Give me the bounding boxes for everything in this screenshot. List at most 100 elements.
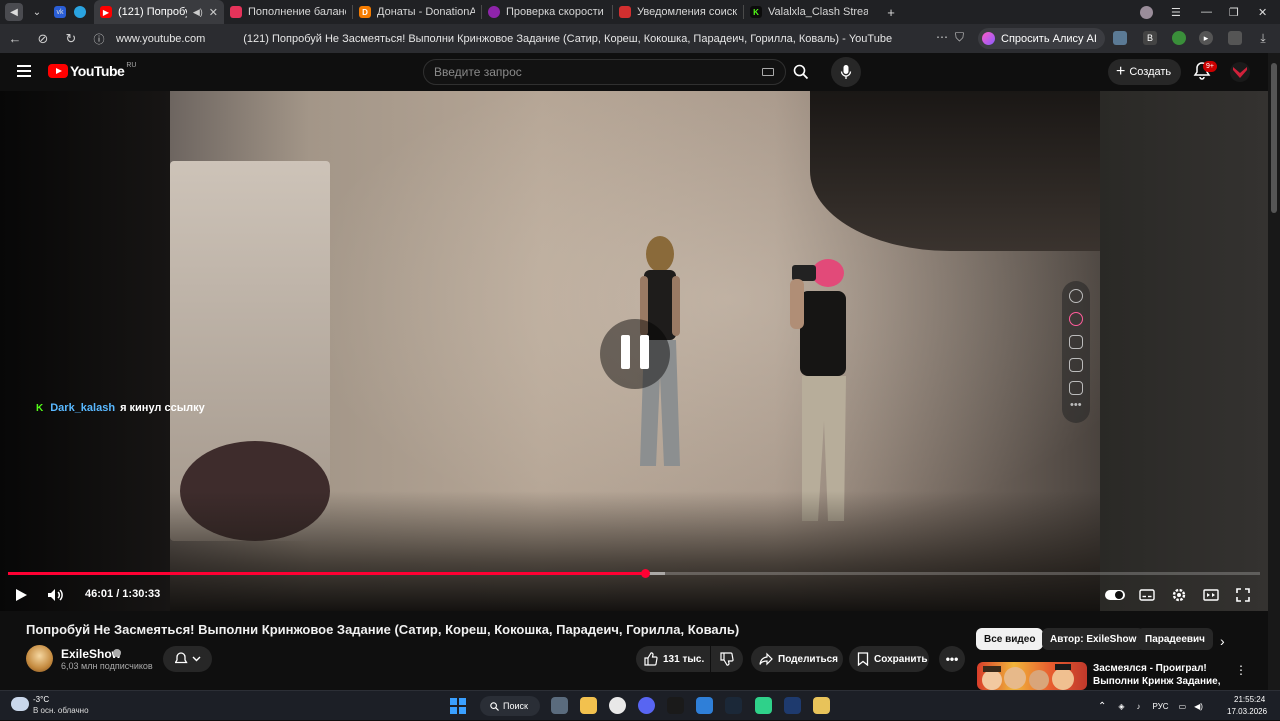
extension-player-icon[interactable]: ▸ bbox=[1199, 31, 1213, 45]
more-dots-icon[interactable]: ⋯ bbox=[936, 30, 948, 44]
fullscreen-button[interactable] bbox=[1232, 584, 1254, 606]
pause-overlay-icon[interactable] bbox=[600, 319, 670, 389]
app-star-icon[interactable] bbox=[667, 697, 684, 714]
extensions-icon[interactable] bbox=[1228, 31, 1242, 45]
ask-alice-button[interactable]: Спросить Алису AI bbox=[978, 28, 1105, 49]
player-letterbox-left bbox=[0, 91, 170, 611]
subtitles-button[interactable] bbox=[1136, 584, 1158, 606]
video-player[interactable]: K Dark_kalash я кинул ссылку ••• 46:01 /… bbox=[0, 91, 1268, 611]
progress-scrubber[interactable] bbox=[640, 569, 650, 578]
tab-youtube[interactable]: ▶ (121) Попробуй Не ◀) ✕ bbox=[94, 0, 224, 24]
youtube-logo[interactable]: YouTube RU bbox=[48, 62, 136, 79]
channel-name[interactable]: ExileShow bbox=[61, 647, 121, 661]
tab-donationalerts[interactable]: D Донаты - DonationAlerts bbox=[353, 0, 481, 24]
speaker-icon[interactable]: ◀) bbox=[193, 7, 203, 18]
restore-icon[interactable]: ❐ bbox=[1229, 0, 1239, 24]
vk-icon[interactable]: vk bbox=[54, 6, 66, 18]
tab-audio-icon[interactable]: ◀ bbox=[5, 3, 23, 21]
voice-search-button[interactable] bbox=[831, 57, 861, 87]
app-notes-icon[interactable] bbox=[813, 697, 830, 714]
tray-volume-icon[interactable]: ◀) bbox=[1194, 702, 1203, 711]
hamburger-menu-icon[interactable] bbox=[17, 65, 31, 77]
extension-vpn-icon[interactable] bbox=[1113, 31, 1127, 45]
settings-button[interactable] bbox=[1168, 584, 1190, 606]
profile-avatar-icon[interactable] bbox=[1140, 0, 1153, 24]
progress-bar[interactable] bbox=[8, 569, 1260, 578]
tab-kick-stream[interactable]: K Valalxla_Clash Stream - W bbox=[744, 0, 874, 24]
comment-side-icon[interactable] bbox=[1069, 335, 1083, 349]
address-page-title[interactable]: (121) Попробуй Не Засмеяться! Выполни Кр… bbox=[243, 33, 892, 45]
page-scrollbar[interactable] bbox=[1268, 53, 1280, 690]
reload-icon[interactable]: ↻ bbox=[60, 28, 82, 50]
create-button[interactable]: + Создать bbox=[1108, 59, 1182, 85]
play-button[interactable] bbox=[10, 584, 32, 606]
tray-chevron-up-icon[interactable]: ⌃ bbox=[1098, 701, 1106, 712]
vscode-icon[interactable] bbox=[784, 697, 801, 714]
windows-start-icon[interactable] bbox=[450, 698, 466, 714]
search-box bbox=[423, 59, 786, 85]
recommended-video-thumbnail[interactable] bbox=[977, 662, 1087, 690]
volume-button[interactable] bbox=[45, 584, 67, 606]
telegram-icon[interactable] bbox=[74, 6, 86, 18]
tray-display-icon[interactable]: ▭ bbox=[1179, 702, 1187, 711]
subscription-bell-button[interactable] bbox=[163, 646, 212, 672]
tray-network-icon[interactable]: ◈ bbox=[1118, 702, 1124, 711]
chip-paradeevich[interactable]: Парадеевич bbox=[1137, 628, 1213, 650]
edit-side-icon[interactable] bbox=[1069, 312, 1083, 326]
app-blue-icon[interactable] bbox=[696, 697, 713, 714]
tab-discord-balance[interactable]: Пополнение баланса Dis bbox=[224, 0, 352, 24]
tray-mic-icon[interactable]: ♪ bbox=[1137, 702, 1141, 711]
taskbar-search-button[interactable]: Поиск bbox=[480, 696, 540, 716]
bookmark-icon[interactable]: ⛉ bbox=[955, 30, 964, 45]
tab-close-icon[interactable]: ✕ bbox=[209, 6, 218, 19]
more-actions-button[interactable]: ••• bbox=[939, 646, 965, 672]
download-icon[interactable]: ⤓ bbox=[1256, 31, 1270, 45]
alice-side-icon[interactable] bbox=[1069, 289, 1083, 303]
recommended-menu-icon[interactable]: ⋮ bbox=[1235, 663, 1247, 677]
autoplay-toggle[interactable] bbox=[1104, 584, 1126, 606]
yandex-browser-icon[interactable] bbox=[609, 697, 626, 714]
protect-icon[interactable]: ⊘ bbox=[32, 28, 54, 50]
thumbnail-faces-image bbox=[982, 664, 1074, 690]
tab-list-chevron-icon[interactable]: ⌄ bbox=[28, 3, 46, 21]
address-domain[interactable]: www.youtube.com bbox=[116, 33, 205, 45]
pip-side-icon[interactable] bbox=[1069, 381, 1083, 395]
task-view-icon[interactable] bbox=[551, 697, 568, 714]
app-green-icon[interactable] bbox=[755, 697, 772, 714]
new-tab-icon[interactable]: + bbox=[882, 3, 900, 21]
search-input[interactable] bbox=[434, 65, 744, 79]
file-explorer-icon[interactable] bbox=[580, 697, 597, 714]
chip-all-videos[interactable]: Все видео bbox=[976, 628, 1044, 650]
video-person-photographer bbox=[790, 259, 846, 521]
weather-cloud-icon[interactable] bbox=[11, 697, 29, 711]
clock-date[interactable]: 17.03.2026 bbox=[1227, 707, 1267, 716]
share-button[interactable]: Поделиться bbox=[751, 646, 843, 672]
keyboard-icon[interactable] bbox=[762, 68, 774, 76]
miniplayer-button[interactable] bbox=[1200, 584, 1222, 606]
tab-notifications[interactable]: Уведомления соискател bbox=[613, 0, 743, 24]
extension-b-icon[interactable]: B bbox=[1143, 31, 1157, 45]
bookmark-save-icon bbox=[857, 652, 869, 666]
search-button[interactable] bbox=[786, 59, 816, 85]
clock-time[interactable]: 21:55:24 bbox=[1234, 695, 1265, 704]
back-icon[interactable]: ← bbox=[4, 28, 26, 50]
save-button[interactable]: Сохранить bbox=[849, 646, 929, 672]
chips-next-chevron-icon[interactable]: › bbox=[1220, 633, 1225, 649]
channel-avatar[interactable] bbox=[26, 645, 53, 672]
chip-author-exileshow[interactable]: Автор: ExileShow bbox=[1042, 628, 1145, 650]
close-window-icon[interactable]: ✕ bbox=[1258, 0, 1267, 24]
like-button[interactable]: 131 тыс. bbox=[636, 646, 710, 672]
site-info-icon[interactable]: ⓘ bbox=[88, 28, 110, 50]
steam-icon[interactable] bbox=[725, 697, 742, 714]
tab-speedtest[interactable]: Проверка скорости инте bbox=[482, 0, 612, 24]
subtitles-side-icon[interactable] bbox=[1069, 358, 1083, 372]
dislike-button[interactable] bbox=[711, 646, 743, 672]
discord-icon[interactable] bbox=[638, 697, 655, 714]
scrollbar-thumb[interactable] bbox=[1271, 63, 1277, 213]
browser-menu-icon[interactable]: ☰ bbox=[1171, 0, 1181, 24]
extension-green-icon[interactable] bbox=[1172, 31, 1186, 45]
minimize-icon[interactable]: — bbox=[1201, 0, 1212, 24]
account-avatar[interactable] bbox=[1230, 62, 1250, 82]
more-side-icon[interactable]: ••• bbox=[1070, 399, 1082, 411]
keyboard-language[interactable]: РУС bbox=[1153, 702, 1169, 711]
